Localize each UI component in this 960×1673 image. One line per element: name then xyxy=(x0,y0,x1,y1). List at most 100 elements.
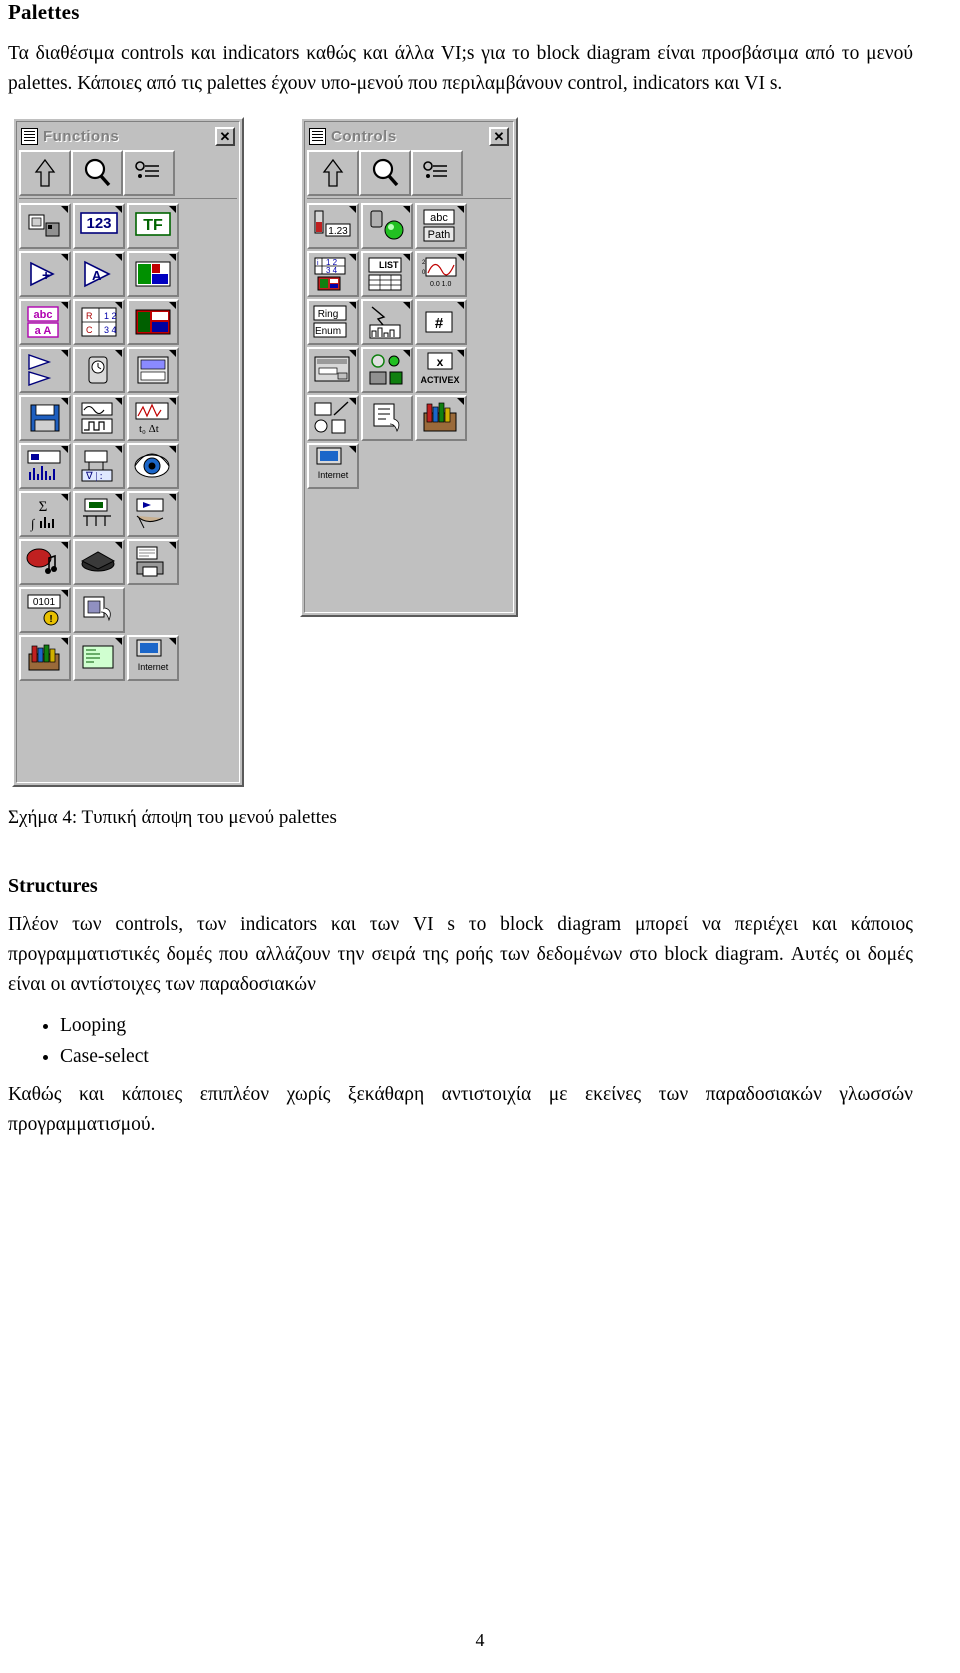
internet-icon: Internet xyxy=(136,639,169,672)
palette-cell[interactable] xyxy=(415,395,467,441)
svg-text:!: ! xyxy=(49,614,52,625)
svg-text:R: R xyxy=(86,311,93,321)
structures-bullet-list: Looping Case-select xyxy=(8,1010,913,1072)
functions-palette-window[interactable]: Functions ✕ 123 TF + A abc a A R 1 2 C 3… xyxy=(12,117,244,787)
magnifier-glyph xyxy=(372,158,399,187)
palette-cell-empty xyxy=(19,683,71,729)
svg-text:1.23: 1.23 xyxy=(328,226,348,237)
palette-cell[interactable] xyxy=(127,539,179,585)
palette-cell[interactable] xyxy=(73,539,125,585)
palette-cell[interactable]: LIST xyxy=(361,251,413,297)
svg-text:ACTIVEX: ACTIVEX xyxy=(420,375,459,385)
palette-cell[interactable]: t₀ Δt xyxy=(127,395,179,441)
svg-text:0101: 0101 xyxy=(33,597,56,608)
up-arrow-icon[interactable] xyxy=(19,150,71,196)
functions-palette-frame: Functions ✕ 123 TF + A abc a A R 1 2 C 3… xyxy=(16,121,240,783)
palette-cell[interactable] xyxy=(127,491,179,537)
report-icon xyxy=(80,551,116,572)
palette-cell[interactable] xyxy=(361,347,413,393)
functions-grid: 123 TF + A abc a A R 1 2 C 3 4 t₀ Δt ∇ |… xyxy=(19,199,237,729)
palette-cell[interactable]: # xyxy=(415,299,467,345)
string-path-icon: abc Path xyxy=(423,209,455,242)
svg-text:3 4: 3 4 xyxy=(326,266,338,275)
palettes-paragraph: Τα διαθέσιμα controls και indicators καθ… xyxy=(8,43,913,94)
palette-cell[interactable]: + xyxy=(19,251,71,297)
svg-text:x: x xyxy=(437,355,444,369)
svg-text:Ring: Ring xyxy=(318,309,339,320)
palette-cell[interactable] xyxy=(361,299,413,345)
advanced-icon: 0101 ! xyxy=(27,594,61,626)
svg-text:0: 0 xyxy=(422,270,426,276)
svg-text:Σ: Σ xyxy=(39,499,48,515)
svg-text:0.0 1.0: 0.0 1.0 xyxy=(430,281,452,288)
figure-caption: Σχήμα 4: Τυπική άποψη του μενού palettes xyxy=(8,807,337,828)
palette-cell[interactable]: 0101 ! xyxy=(19,587,71,633)
page-content: Palettes Τα διαθέσιμα controls και indic… xyxy=(8,0,913,1144)
graph-icon: 2 0 0.0 1.0 xyxy=(422,257,457,288)
palette-cell[interactable]: abc a A xyxy=(19,299,71,345)
palette-cell[interactable]: Σ ∫ xyxy=(19,491,71,537)
palette-cell[interactable] xyxy=(73,347,125,393)
close-icon[interactable]: ✕ xyxy=(215,126,235,146)
palette-cell[interactable]: R 1 2 C 3 4 xyxy=(73,299,125,345)
svg-text:t₀ Δt: t₀ Δt xyxy=(139,423,159,435)
numeric-icon: 123 xyxy=(80,212,118,234)
palette-cell[interactable]: A xyxy=(73,251,125,297)
palette-cell[interactable] xyxy=(19,395,71,441)
palette-cell[interactable] xyxy=(127,443,179,489)
palette-cell[interactable]: 2 0 0.0 1.0 xyxy=(415,251,467,297)
palette-cell[interactable]: TF xyxy=(127,203,179,249)
svg-text:C: C xyxy=(86,325,93,335)
list-item: Case-select xyxy=(60,1041,913,1072)
sigma-icon: Σ ∫ xyxy=(30,499,54,532)
palette-cell[interactable]: Ring Enum xyxy=(307,299,359,345)
numeric-control-icon: 1.23 xyxy=(314,210,351,237)
svg-text:Internet: Internet xyxy=(138,662,169,672)
palette-cell[interactable]: Internet xyxy=(127,635,179,681)
close-icon[interactable]: ✕ xyxy=(489,126,509,146)
palette-cell[interactable] xyxy=(127,251,179,297)
search-icon[interactable] xyxy=(71,150,123,196)
palette-cell[interactable]: 123 xyxy=(73,203,125,249)
svg-text:123: 123 xyxy=(86,215,111,232)
palette-cell[interactable] xyxy=(19,347,71,393)
time-dialog-icon xyxy=(28,354,52,386)
svg-text:TF: TF xyxy=(143,217,163,234)
svg-text:3 4: 3 4 xyxy=(104,325,117,335)
palette-cell[interactable] xyxy=(73,587,125,633)
svg-text:LIST: LIST xyxy=(379,260,399,270)
palette-cell[interactable] xyxy=(73,395,125,441)
palette-cell[interactable]: abc Path xyxy=(415,203,467,249)
music-icon xyxy=(26,548,57,574)
palette-cell[interactable] xyxy=(19,443,71,489)
palette-cell[interactable] xyxy=(307,347,359,393)
options-icon[interactable] xyxy=(123,150,175,196)
palette-cell[interactable] xyxy=(19,539,71,585)
palette-cell[interactable] xyxy=(361,395,413,441)
palette-cell[interactable] xyxy=(127,299,179,345)
search-icon[interactable] xyxy=(359,150,411,196)
palette-cell[interactable] xyxy=(307,395,359,441)
up-arrow-icon[interactable] xyxy=(307,150,359,196)
instrument-icon xyxy=(134,453,170,478)
palette-cell[interactable] xyxy=(73,491,125,537)
palette-cell-empty xyxy=(361,443,413,489)
options-icon[interactable] xyxy=(411,150,463,196)
palette-cell[interactable]: Internet xyxy=(307,443,359,489)
palette-cell[interactable]: ∇ | : xyxy=(73,443,125,489)
palette-cell[interactable]: i 1 2 3 4 xyxy=(307,251,359,297)
controls-palette-window[interactable]: Controls ✕ 1.23 abc Path i 1 2 3 4 LIST … xyxy=(300,117,518,617)
functions-toolbar xyxy=(19,150,237,199)
waveform-icon xyxy=(81,402,113,434)
palette-cell[interactable]: x ACTIVEX xyxy=(415,347,467,393)
palette-window-icon xyxy=(21,127,38,145)
palette-cell[interactable] xyxy=(127,347,179,393)
palette-cell[interactable] xyxy=(19,203,71,249)
analysis-icon: t₀ Δt xyxy=(135,402,169,435)
palette-cell[interactable] xyxy=(361,203,413,249)
options-glyph xyxy=(135,161,159,178)
palette-cell[interactable] xyxy=(73,635,125,681)
list-table-icon: LIST xyxy=(368,257,402,291)
palette-cell[interactable] xyxy=(19,635,71,681)
palette-cell[interactable]: 1.23 xyxy=(307,203,359,249)
